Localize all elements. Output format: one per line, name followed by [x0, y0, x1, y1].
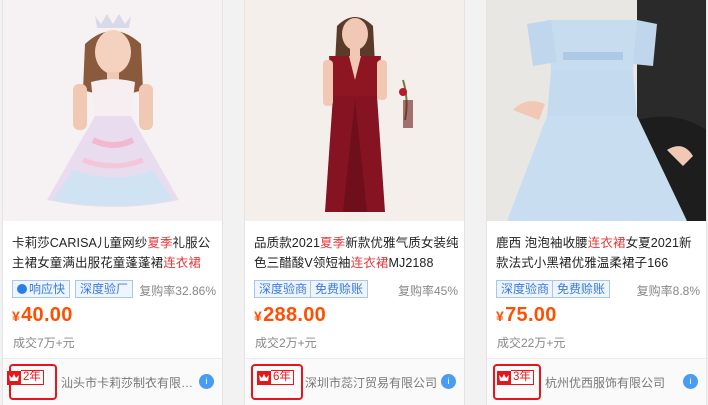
- product-title[interactable]: 品质款2021夏季新款优雅气质女装纯色三醋酸V领短袖连衣裙MJ2188: [254, 233, 459, 273]
- tag-merchant-verified: 深度验商: [496, 280, 555, 298]
- crown-flag-icon: [257, 370, 271, 385]
- crown-flag-icon: [7, 370, 21, 385]
- seller-footer: 3年 杭州优西服饰有限公司 i: [487, 358, 706, 405]
- repurchase-rate: 复购率32.86%: [139, 284, 216, 298]
- product-card[interactable]: 鹿西 泡泡袖收腰连衣裙女夏2021新款法式小黑裙优雅温柔裙子166 深度验商 免…: [486, 0, 707, 405]
- lightning-dot-icon: [17, 284, 27, 294]
- chat-bubble-icon[interactable]: i: [683, 374, 698, 389]
- company-name[interactable]: 杭州优西服饰有限公司: [545, 374, 679, 391]
- tag-free-credit: 免费赊账: [310, 280, 369, 298]
- product-photo-girl-dress: [3, 0, 222, 221]
- price: ¥75.00: [496, 304, 557, 326]
- tag-factory-verified: 深度验厂: [75, 280, 134, 298]
- repurchase-rate: 复购率8.8%: [636, 284, 700, 298]
- crown-flag-icon: [497, 370, 511, 385]
- deal-volume: 成交7万+元: [13, 336, 75, 350]
- tag-fast-response: 响应快: [12, 280, 71, 298]
- deal-volume: 成交22万+元: [497, 336, 566, 350]
- product-photo-red-dress: [245, 0, 464, 221]
- product-title[interactable]: 鹿西 泡泡袖收腰连衣裙女夏2021新款法式小黑裙优雅温柔裙子166: [496, 233, 701, 273]
- product-image[interactable]: [3, 0, 222, 221]
- tag-merchant-verified: 深度验商: [254, 280, 313, 298]
- product-photo-blue-dress: [487, 0, 706, 221]
- product-image[interactable]: [245, 0, 464, 221]
- repurchase-rate: 复购率45%: [397, 284, 458, 298]
- price: ¥40.00: [12, 304, 73, 326]
- member-years-badge: 6年: [257, 369, 294, 386]
- product-card[interactable]: 品质款2021夏季新款优雅气质女装纯色三醋酸V领短袖连衣裙MJ2188 深度验商…: [244, 0, 465, 405]
- company-name[interactable]: 汕头市卡莉莎制衣有限公司: [61, 374, 195, 391]
- product-image[interactable]: [487, 0, 706, 221]
- chat-bubble-icon[interactable]: i: [199, 374, 214, 389]
- deal-volume: 成交2万+元: [255, 336, 317, 350]
- product-card[interactable]: 卡莉莎CARISA儿童网纱夏季礼服公主裙女童满出服花童蓬蓬裙连衣裙 响应快 深度…: [2, 0, 223, 405]
- company-name[interactable]: 深圳市蕊汀贸易有限公司: [305, 374, 439, 391]
- seller-footer: 6年 深圳市蕊汀贸易有限公司 i: [245, 358, 464, 405]
- product-grid: 卡莉莎CARISA儿童网纱夏季礼服公主裙女童满出服花童蓬蓬裙连衣裙 响应快 深度…: [0, 0, 708, 405]
- seller-footer: 2年 汕头市卡莉莎制衣有限公司 i: [3, 358, 222, 405]
- price: ¥288.00: [254, 304, 327, 326]
- chat-bubble-icon[interactable]: i: [441, 374, 456, 389]
- member-years-badge: 3年: [497, 369, 534, 386]
- product-title[interactable]: 卡莉莎CARISA儿童网纱夏季礼服公主裙女童满出服花童蓬蓬裙连衣裙: [12, 233, 217, 273]
- member-years-badge: 2年: [7, 369, 44, 386]
- tag-free-credit: 免费赊账: [552, 280, 611, 298]
